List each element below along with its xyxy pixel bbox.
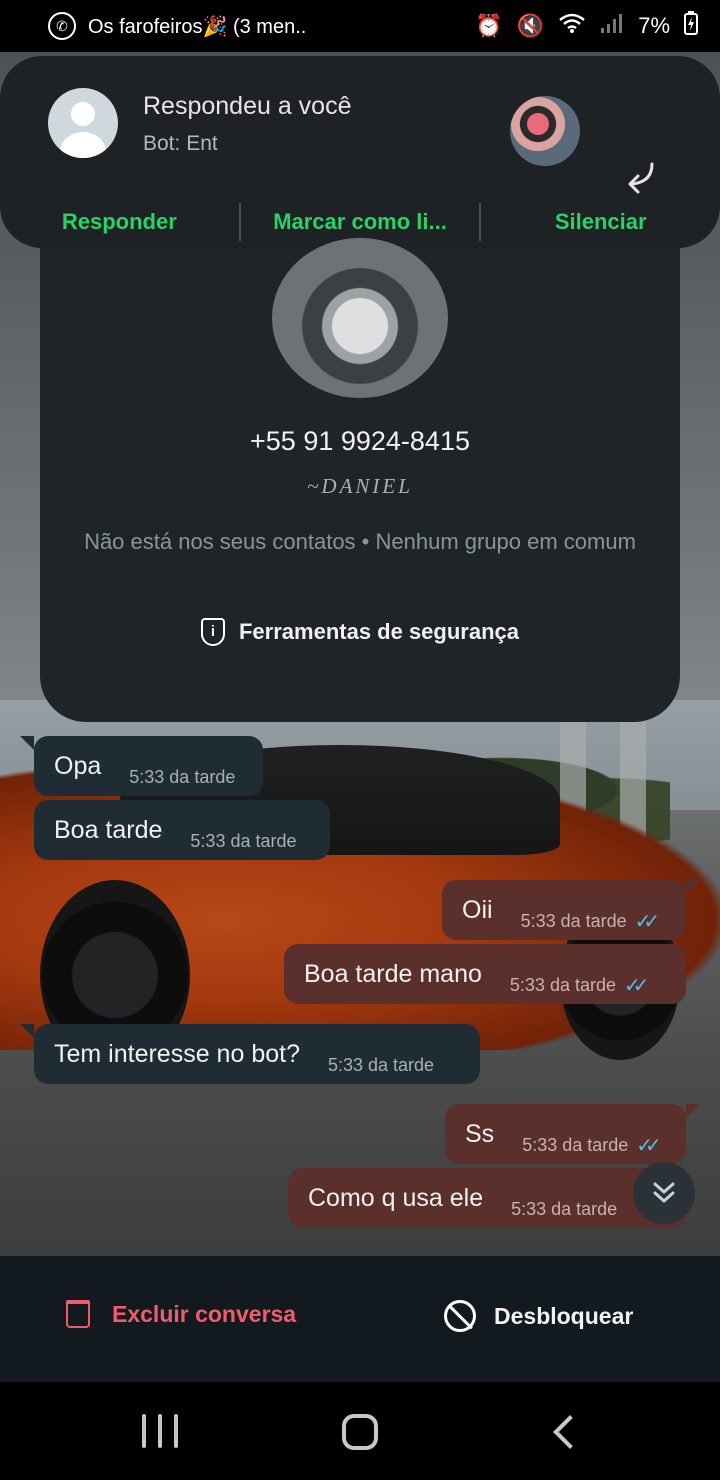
message-time: 5:33 da tarde <box>520 910 627 931</box>
home-icon[interactable] <box>342 1414 378 1450</box>
notification-mute-button[interactable]: Silenciar <box>481 200 720 244</box>
message-time: 5:33 da tarde <box>511 1198 618 1219</box>
message-time: 5:33 da tarde <box>509 974 616 995</box>
message-text: Tem interesse no bot? <box>54 1039 300 1068</box>
whatsapp-icon: ✆ <box>48 12 76 40</box>
message-bubble-outgoing[interactable]: Como q usa ele 5:33 da tarde <box>288 1168 686 1228</box>
reply-arrow-icon[interactable] <box>618 162 658 198</box>
message-bubble-incoming[interactable]: Opa 5:33 da tarde <box>34 736 263 796</box>
alarm-icon: ⏰ <box>475 13 503 38</box>
notification-subtitle: Bot: Ent <box>143 132 218 155</box>
contact-status-info: Não está nos seus contatos • Nenhum grup… <box>84 529 636 554</box>
message-bubble-outgoing[interactable]: Ss 5:33 da tarde ✓✓ <box>445 1104 686 1164</box>
shield-icon <box>200 618 225 646</box>
safety-tools-button[interactable]: Ferramentas de segurança <box>40 618 680 646</box>
message-bubble-outgoing[interactable]: Oii 5:33 da tarde ✓✓ <box>442 880 686 940</box>
notification-title: Respondeu a você <box>143 92 352 120</box>
trash-icon <box>66 1300 90 1328</box>
message-text: Boa tarde <box>54 815 163 844</box>
contact-photo[interactable] <box>272 238 448 398</box>
bubble-tail <box>686 880 700 894</box>
unblock-button[interactable]: Desbloquear <box>444 1300 633 1332</box>
default-avatar-icon <box>48 88 118 158</box>
message-text: Como q usa ele <box>308 1183 484 1212</box>
message-bubble-incoming[interactable]: Boa tarde 5:33 da tarde <box>34 800 330 860</box>
bubble-tail <box>20 736 34 750</box>
message-bubble-outgoing[interactable]: Boa tarde mano 5:33 da tarde ✓✓ <box>284 944 686 1004</box>
wifi-icon <box>558 12 586 40</box>
delete-chat-label: Excluir conversa <box>112 1300 297 1327</box>
read-ticks-icon: ✓✓ <box>634 910 660 933</box>
reply-notification[interactable]: Respondeu a você Bot: Ent Responder Marc… <box>0 56 720 248</box>
signal-icon <box>600 12 624 40</box>
bubble-tail <box>20 1024 34 1038</box>
message-bubble-incoming[interactable]: Tem interesse no bot? 5:33 da tarde <box>34 1024 480 1084</box>
blocked-contact-actions: Excluir conversa Desbloquear <box>0 1256 720 1382</box>
message-time: 5:33 da tarde <box>522 1134 629 1155</box>
mute-icon: 🔇 <box>516 13 545 38</box>
message-time: 5:33 da tarde <box>327 1054 435 1075</box>
contact-phone: +55 91 9924-8415 <box>250 426 470 456</box>
message-time: 5:33 da tarde <box>129 766 236 787</box>
message-time: 5:33 da tarde <box>190 830 297 851</box>
message-text: Boa tarde mano <box>304 959 482 988</box>
message-text: Opa <box>54 751 102 780</box>
bubble-tail <box>686 1104 700 1118</box>
delete-chat-button[interactable]: Excluir conversa <box>66 1300 296 1328</box>
message-text: Ss <box>465 1119 495 1148</box>
read-ticks-icon: ✓✓ <box>624 974 649 997</box>
back-icon[interactable] <box>552 1414 574 1450</box>
scroll-to-bottom-button[interactable] <box>633 1162 695 1224</box>
status-notification-title: Os farofeiros🎉 (3 men.. <box>88 15 307 38</box>
recents-icon[interactable] <box>142 1414 178 1450</box>
system-navigation-bar <box>0 1382 720 1480</box>
contact-nickname: ~DANIEL <box>307 474 413 498</box>
read-ticks-icon: ✓✓ <box>636 1134 661 1157</box>
contact-info-card: +55 91 9924-8415 ~DANIEL Não está nos se… <box>40 238 680 722</box>
notification-reply-button[interactable]: Responder <box>0 200 239 244</box>
unblock-label: Desbloquear <box>494 1302 634 1329</box>
block-icon <box>444 1300 476 1332</box>
battery-icon <box>684 11 698 41</box>
battery-level: 7% <box>638 13 670 38</box>
status-bar: ✆ Os farofeiros🎉 (3 men.. ⏰ 🔇 7% <box>0 0 720 52</box>
message-text: Oii <box>462 895 493 924</box>
group-avatar <box>510 96 580 166</box>
safety-tools-label: Ferramentas de segurança <box>238 619 520 644</box>
